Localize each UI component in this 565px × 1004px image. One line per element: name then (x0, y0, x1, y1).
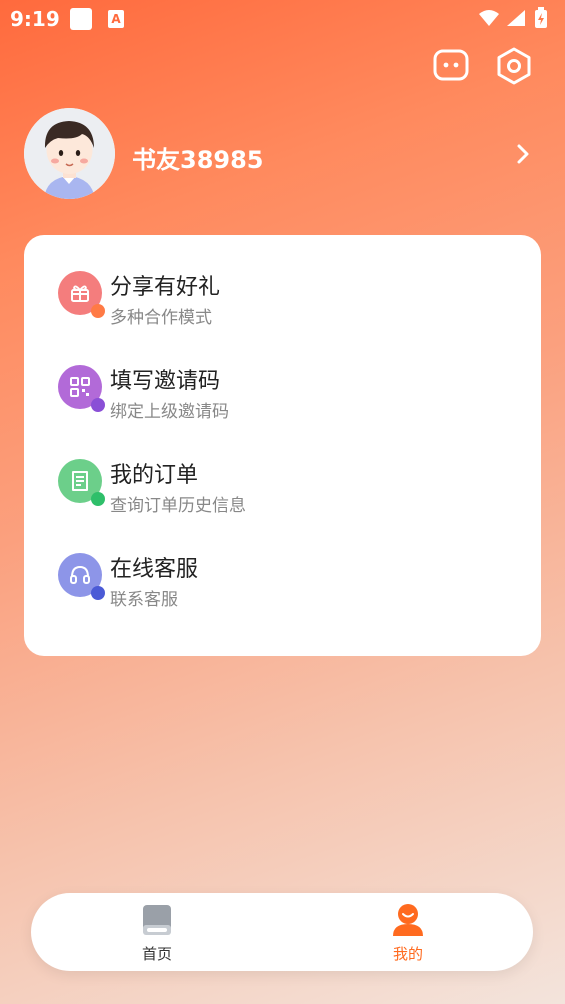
wifi-icon (479, 10, 499, 26)
bottom-nav: 首页 我的 (31, 893, 533, 971)
menu-subtitle: 多种合作模式 (110, 308, 212, 328)
signal-icon (507, 10, 525, 26)
book-icon (143, 905, 171, 935)
system-status-icons (479, 7, 547, 28)
menu-item-orders[interactable]: 我的订单 查询订单历史信息 (24, 445, 541, 525)
message-icon[interactable] (432, 46, 472, 86)
status-bar: 9:19 A (0, 0, 565, 38)
qr-code-icon (58, 365, 105, 412)
headset-icon (58, 553, 105, 600)
menu-subtitle: 联系客服 (110, 590, 178, 610)
a-badge-icon: A (108, 10, 124, 28)
menu-item-invite-code[interactable]: 填写邀请码 绑定上级邀请码 (24, 351, 541, 431)
profile-row[interactable]: 书友38985 (24, 108, 544, 200)
menu-item-customer-service[interactable]: 在线客服 联系客服 (24, 539, 541, 619)
menu-title: 填写邀请码 (110, 369, 221, 394)
status-time: 9:19 (10, 7, 60, 31)
username: 书友38985 (132, 146, 264, 174)
settings-icon[interactable] (494, 46, 534, 86)
tab-mine[interactable]: 我的 (348, 893, 468, 971)
menu-subtitle: 绑定上级邀请码 (110, 402, 229, 422)
tab-home-label: 首页 (141, 945, 172, 963)
tab-mine-label: 我的 (392, 945, 423, 963)
menu-card: 分享有好礼 多种合作模式 填写邀请码 绑定上级邀请码 我的订单 查询订单历史信息… (24, 235, 541, 656)
menu-item-share[interactable]: 分享有好礼 多种合作模式 (24, 257, 541, 337)
receipt-icon (58, 459, 105, 506)
tab-home[interactable]: 首页 (97, 893, 217, 971)
menu-title: 我的订单 (110, 463, 199, 488)
user-icon (393, 904, 423, 936)
menu-title: 在线客服 (110, 557, 199, 582)
notification-icon (70, 8, 92, 30)
avatar (24, 108, 115, 199)
menu-subtitle: 查询订单历史信息 (110, 496, 246, 516)
gift-icon (58, 271, 105, 318)
menu-title: 分享有好礼 (110, 275, 221, 300)
chevron-right-icon[interactable] (512, 142, 534, 166)
